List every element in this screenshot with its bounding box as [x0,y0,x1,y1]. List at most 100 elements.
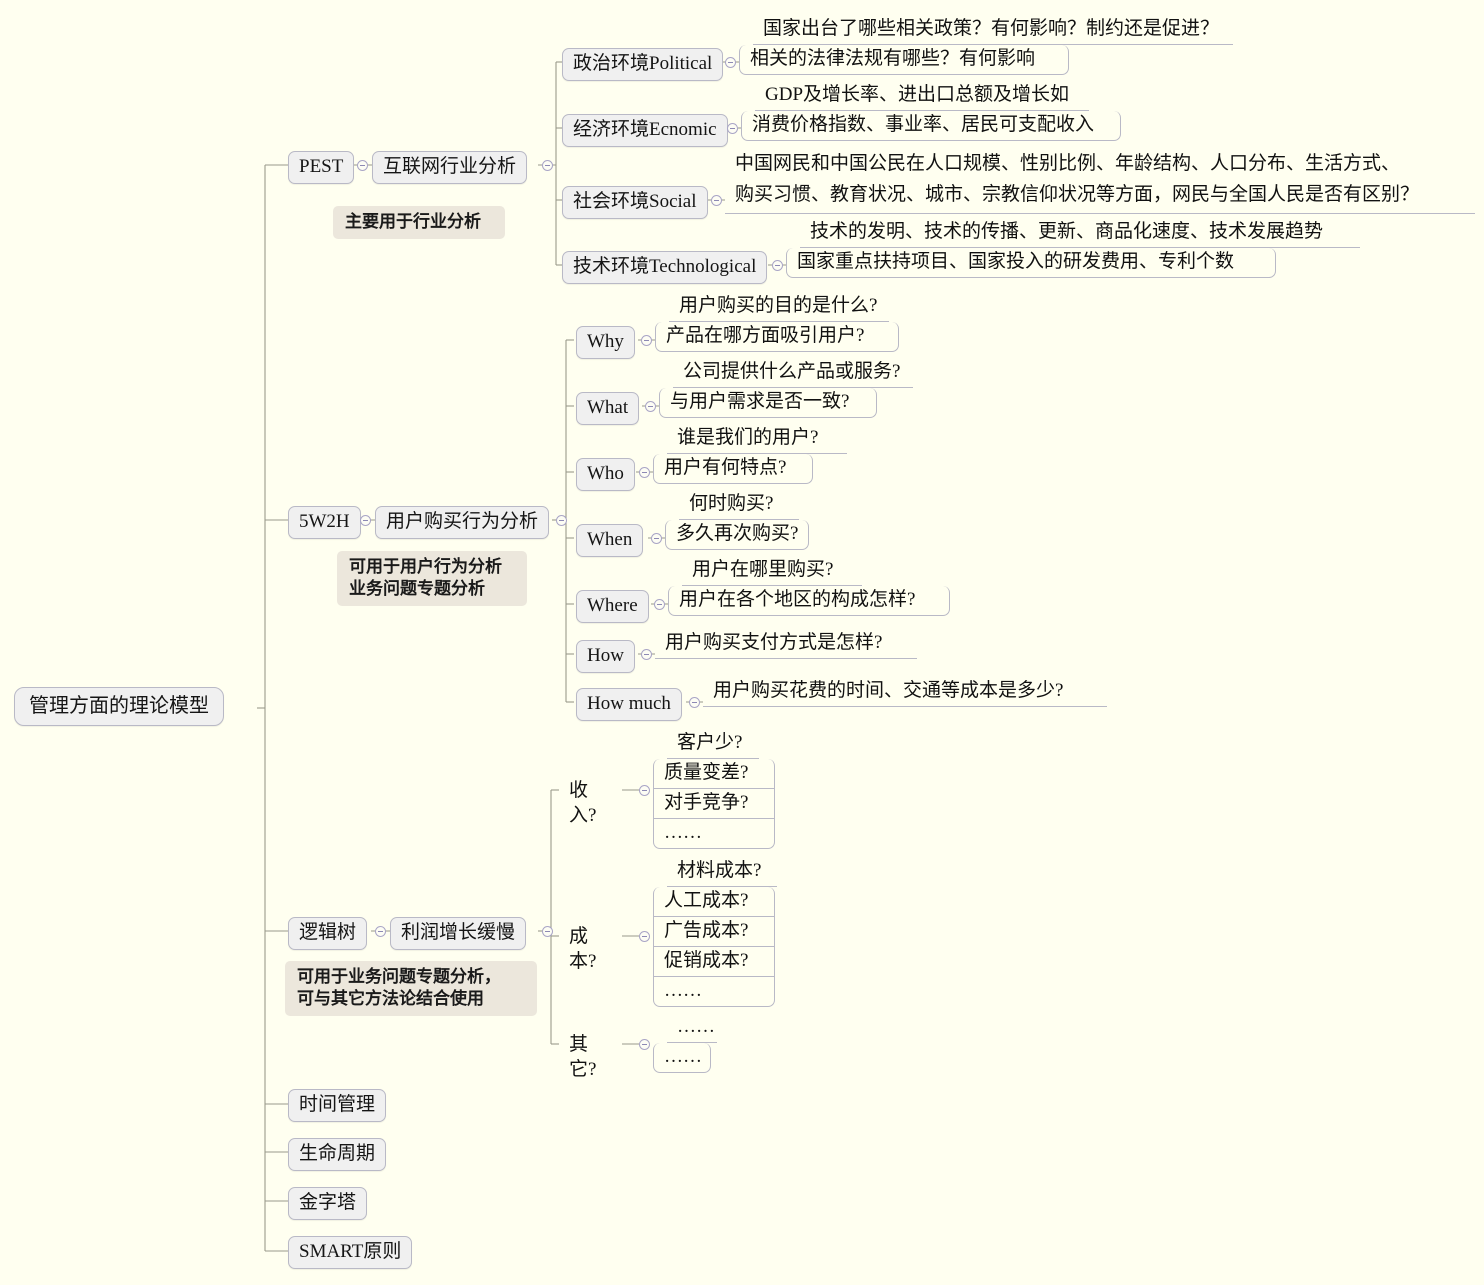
node-user-purchase-behavior[interactable]: 用户购买行为分析 [375,506,550,539]
leafgroup-ecnomic: GDP及增长率、进出口总额及增长如 消费价格指数、事业率、居民可支配收入 [741,81,1121,141]
node-revenue[interactable]: 收入? [559,776,623,831]
leaf-item[interactable]: 客户少? [667,729,759,759]
node-social[interactable]: 社会环境Social [562,186,708,219]
leafbox: 质量变差? 对手竞争? …… [653,759,775,849]
leaf-how-text[interactable]: 用户购买支付方式是怎样? [655,628,917,659]
leaf-item[interactable]: 产品在哪方面吸引用户? [656,322,898,351]
leaf-item[interactable]: 促销成本? [654,947,774,977]
leafgroup-cost: 材料成本? 人工成本? 广告成本? 促销成本? …… [653,857,777,1007]
leaf-item[interactable]: 用户在各个地区的构成怎样? [669,586,949,615]
node-where[interactable]: Where [576,590,649,623]
leafgroup-technological: 技术的发明、技术的传播、更新、商品化速度、技术发展趋势 国家重点扶持项目、国家投… [786,218,1360,278]
toggle-ecnomic[interactable] [727,123,738,134]
leaf-item[interactable]: 国家出台了哪些相关政策？有何影响？制约还是促进？ [753,15,1233,45]
leafgroup-where: 用户在哪里购买? 用户在各个地区的构成怎样? [668,556,950,616]
node-when[interactable]: When [576,524,644,557]
branch-node-pest[interactable]: PEST [288,151,355,184]
leafbox: 国家重点扶持项目、国家投入的研发费用、专利个数 [786,248,1276,278]
toggle-revenue[interactable] [639,785,650,796]
branch-node-life-cycle[interactable]: 生命周期 [288,1138,387,1171]
leaf-item[interactable]: 国家重点扶持项目、国家投入的研发费用、专利个数 [787,248,1275,277]
toggle-when[interactable] [651,533,662,544]
leafgroup-other: …… …… [653,1013,717,1073]
toggle-cost[interactable] [639,931,650,942]
leafgroup-why: 用户购买的目的是什么? 产品在哪方面吸引用户? [655,292,899,352]
leaf-item[interactable]: 用户购买的目的是什么? [669,292,889,322]
note-5w2h: 可用于用户行为分析 业务问题专题分析 [337,551,527,606]
node-what[interactable]: What [576,392,640,425]
toggle-what[interactable] [645,401,656,412]
toggle-how[interactable] [641,649,652,660]
leaf-item[interactable]: 何时购买? [679,490,799,520]
leafbox: 产品在哪方面吸引用户? [655,322,899,352]
mindmap-canvas: 管理方面的理论模型 PEST 主要用于行业分析 互联网行业分析 政治环境Poli… [0,0,1484,1285]
leaf-item[interactable]: …… [654,977,774,1006]
leaf-item[interactable]: …… [667,1013,717,1043]
leaf-item[interactable]: …… [654,1043,710,1072]
node-who[interactable]: Who [576,458,635,491]
toggle-where[interactable] [654,599,665,610]
leaf-item[interactable]: 技术的发明、技术的传播、更新、商品化速度、技术发展趋势 [800,218,1360,248]
leaf-item[interactable]: 消费价格指数、事业率、居民可支配收入 [742,111,1120,140]
leafbox: 用户在各个地区的构成怎样? [668,586,950,616]
toggle-political[interactable] [725,57,736,68]
branch-node-pyramid[interactable]: 金字塔 [288,1187,368,1220]
note-logic-tree: 可用于业务问题专题分析， 可与其它方法论结合使用 [285,961,537,1016]
toggle-who[interactable] [639,467,650,478]
toggle-5w2h-child[interactable] [360,515,371,526]
toggle-how-much[interactable] [689,697,700,708]
leafbox: 人工成本? 广告成本? 促销成本? …… [653,887,775,1007]
node-how[interactable]: How [576,640,635,673]
leaf-item[interactable]: …… [654,819,774,848]
leafbox: …… [653,1043,711,1073]
node-why[interactable]: Why [576,326,635,359]
branch-node-logic-tree[interactable]: 逻辑树 [288,917,368,950]
leaf-item[interactable]: GDP及增长率、进出口总额及增长如 [755,81,1089,111]
node-cost[interactable]: 成本? [559,922,623,977]
branch-node-5w2h[interactable]: 5W2H [288,506,361,539]
leaf-item[interactable]: 用户在哪里购买? [682,556,862,586]
leaf-item[interactable]: 用户有何特点? [654,454,812,483]
toggle-other[interactable] [639,1039,650,1050]
leafgroup-political: 国家出台了哪些相关政策？有何影响？制约还是促进？ 相关的法律法规有哪些？有何影响 [739,15,1233,75]
node-ecnomic[interactable]: 经济环境Ecnomic [562,114,728,147]
leaf-how-much-text[interactable]: 用户购买花费的时间、交通等成本是多少? [703,676,1107,707]
leaf-item[interactable]: 与用户需求是否一致? [660,388,876,417]
node-technological[interactable]: 技术环境Technological [562,251,768,284]
leafbox: 与用户需求是否一致? [659,388,877,418]
toggle-5w2h-sub[interactable] [556,515,567,526]
toggle-logic-tree-sub[interactable] [542,926,553,937]
leafgroup-who: 谁是我们的用户? 用户有何特点? [653,424,847,484]
leaf-item[interactable]: 公司提供什么产品或服务? [673,358,913,388]
leafbox: 用户有何特点? [653,454,813,484]
leaf-item[interactable]: 对手竞争? [654,789,774,819]
node-slow-profit-growth[interactable]: 利润增长缓慢 [390,917,527,950]
leafgroup-what: 公司提供什么产品或服务? 与用户需求是否一致? [659,358,913,418]
leafbox: 多久再次购买? [665,520,809,550]
node-how-much[interactable]: How much [576,688,682,721]
leaf-social-text[interactable]: 中国网民和中国公民在人口规模、性别比例、年龄结构、人口分布、生活方式、 购买习惯… [725,146,1475,214]
leafgroup-revenue: 客户少? 质量变差? 对手竞争? …… [653,729,775,849]
leaf-item[interactable]: 谁是我们的用户? [667,424,847,454]
toggle-social[interactable] [711,195,722,206]
branch-node-smart[interactable]: SMART原则 [288,1236,413,1269]
leafbox: 相关的法律法规有哪些？有何影响 [739,45,1069,75]
node-other[interactable]: 其它? [559,1030,623,1085]
leaf-item[interactable]: 多久再次购买? [666,520,808,549]
toggle-why[interactable] [641,335,652,346]
node-political[interactable]: 政治环境Political [562,48,724,81]
leafbox: 消费价格指数、事业率、居民可支配收入 [741,111,1121,141]
toggle-pest-child[interactable] [357,160,368,171]
branch-node-time-management[interactable]: 时间管理 [288,1089,387,1122]
toggle-logic-tree-child[interactable] [375,926,386,937]
root-node[interactable]: 管理方面的理论模型 [14,687,224,726]
note-pest: 主要用于行业分析 [333,206,505,239]
node-internet-industry-analysis[interactable]: 互联网行业分析 [372,151,528,184]
leaf-item[interactable]: 质量变差? [654,759,774,789]
toggle-technological[interactable] [772,260,783,271]
leaf-item[interactable]: 人工成本? [654,887,774,917]
leaf-item[interactable]: 材料成本? [667,857,777,887]
toggle-pest-sub[interactable] [542,160,553,171]
leaf-item[interactable]: 广告成本? [654,917,774,947]
leaf-item[interactable]: 相关的法律法规有哪些？有何影响 [740,45,1068,74]
